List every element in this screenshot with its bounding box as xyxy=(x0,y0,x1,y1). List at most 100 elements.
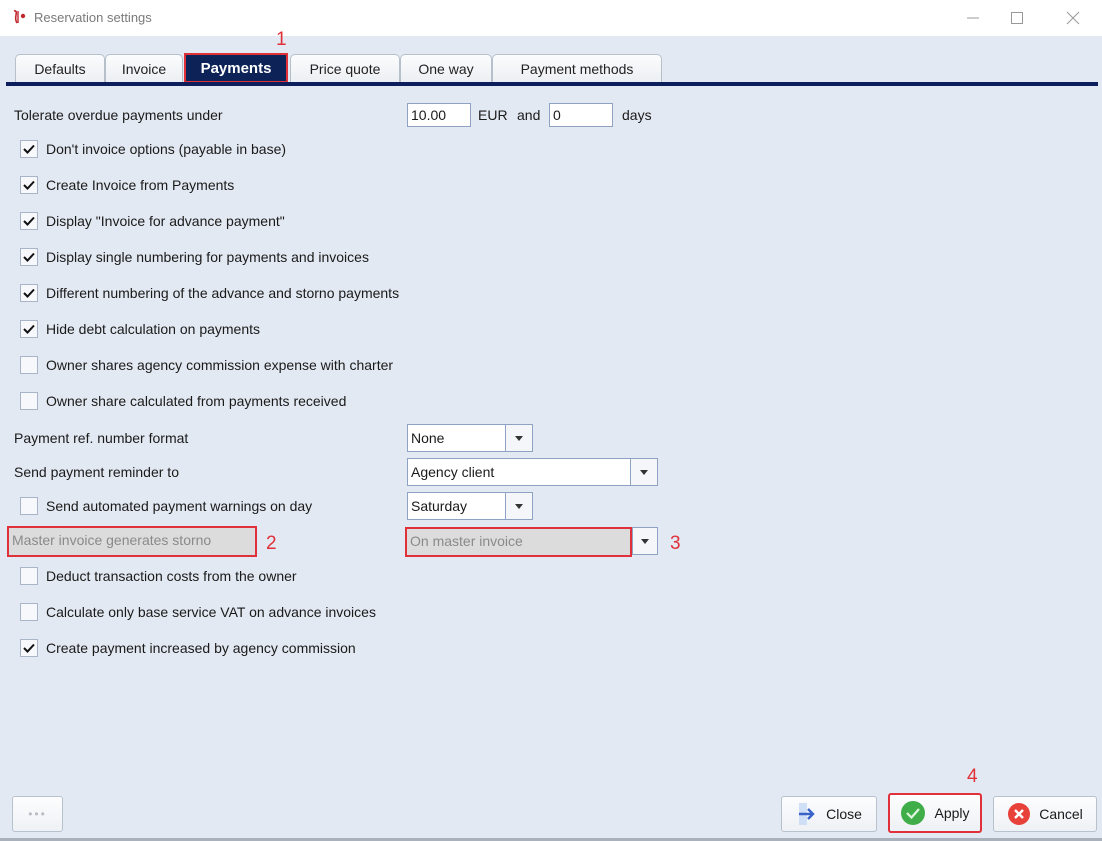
checkbox-label: Create payment increased by agency commi… xyxy=(46,640,356,656)
title-bar: Reservation settings xyxy=(0,0,1102,36)
checkbox-row[interactable]: Different numbering of the advance and s… xyxy=(20,282,399,304)
arrow-right-icon xyxy=(796,803,818,825)
tab-label: Price quote xyxy=(309,60,381,77)
tab-defaults[interactable]: Defaults xyxy=(15,54,105,82)
checkmark-icon xyxy=(23,144,35,154)
checkbox-row[interactable]: Don't invoice options (payable in base) xyxy=(20,138,286,160)
checkmark-icon xyxy=(23,180,35,190)
checkbox-label: Create Invoice from Payments xyxy=(46,177,235,193)
checkbox[interactable] xyxy=(20,284,38,302)
checkbox[interactable] xyxy=(20,176,38,194)
annotation-4: 4 xyxy=(967,766,978,787)
checkbox[interactable] xyxy=(20,248,38,266)
tolerance-label: Tolerate overdue payments under xyxy=(14,107,223,123)
dropdown-arrow xyxy=(632,527,658,555)
checkbox[interactable] xyxy=(20,392,38,410)
tab-label: Invoice xyxy=(121,60,167,77)
checkbox[interactable] xyxy=(20,356,38,374)
warnings-checkbox[interactable] xyxy=(20,497,38,515)
checkmark-icon xyxy=(23,643,35,653)
warnings-checkbox-row[interactable]: Send automated payment warnings on day xyxy=(20,495,312,517)
checkbox[interactable] xyxy=(20,212,38,230)
master-storno-label: Master invoice generates storno xyxy=(7,526,257,557)
chevron-down-icon xyxy=(515,503,523,509)
checkbox[interactable] xyxy=(20,603,38,621)
checkbox-label: Owner shares agency commission expense w… xyxy=(46,357,394,373)
tab-strip: Defaults Invoice Payments Price quote On… xyxy=(0,36,1102,92)
checkbox-row[interactable]: Display "Invoice for advance payment" xyxy=(20,210,285,232)
tab-label: One way xyxy=(418,60,474,77)
checkbox-label: Display "Invoice for advance payment" xyxy=(46,213,285,229)
currency-label: EUR xyxy=(478,107,508,123)
chevron-down-icon xyxy=(641,538,649,544)
window-title: Reservation settings xyxy=(34,10,152,25)
warnings-label: Send automated payment warnings on day xyxy=(46,498,313,514)
checkbox-label: Deduct transaction costs from the owner xyxy=(46,568,297,584)
checkmark-icon xyxy=(23,216,35,226)
tab-invoice[interactable]: Invoice xyxy=(105,54,183,82)
tolerance-days-input[interactable]: 0 xyxy=(549,103,613,127)
tab-payments[interactable]: Payments xyxy=(184,53,288,83)
dropdown-arrow[interactable] xyxy=(505,493,532,519)
annotation-2: 2 xyxy=(266,533,277,554)
tab-one-way[interactable]: One way xyxy=(400,54,492,82)
app-logo-icon xyxy=(13,10,26,24)
checkbox-row[interactable]: Display single numbering for payments an… xyxy=(20,246,369,268)
warnings-day-value: Saturday xyxy=(411,498,468,514)
ref-format-select[interactable]: None xyxy=(407,424,533,452)
reminder-value: Agency client xyxy=(411,464,495,480)
more-button[interactable]: ••• xyxy=(12,796,63,832)
tab-payment-methods[interactable]: Payment methods xyxy=(492,54,662,82)
tolerance-amount-input[interactable]: 10.00 xyxy=(407,103,471,127)
checkbox-label: Calculate only base service VAT on advan… xyxy=(46,604,376,620)
warnings-day-select[interactable]: Saturday xyxy=(407,492,533,520)
checkbox-row[interactable]: Owner share calculated from payments rec… xyxy=(20,390,346,412)
maximize-icon xyxy=(1011,12,1023,24)
close-window-button[interactable] xyxy=(1050,0,1096,36)
checkbox-label: Don't invoice options (payable in base) xyxy=(46,141,287,157)
checkbox[interactable] xyxy=(20,320,38,338)
reminder-label: Send payment reminder to xyxy=(14,464,179,480)
checkbox-row[interactable]: Hide debt calculation on payments xyxy=(20,318,260,340)
reminder-select[interactable]: Agency client xyxy=(407,458,658,486)
checkmark-icon xyxy=(23,324,35,334)
close-icon xyxy=(1066,11,1080,25)
checkbox-row[interactable]: Deduct transaction costs from the owner xyxy=(20,565,297,587)
checkbox-label: Hide debt calculation on payments xyxy=(46,321,261,337)
checkbox-label: Display single numbering for payments an… xyxy=(46,249,369,265)
checkbox-row[interactable]: Owner shares agency commission expense w… xyxy=(20,354,393,376)
dropdown-arrow[interactable] xyxy=(505,425,532,451)
checkbox-row[interactable]: Create Invoice from Payments xyxy=(20,174,234,196)
annotation-1: 1 xyxy=(276,29,287,50)
ref-format-value: None xyxy=(411,430,445,446)
check-circle-icon xyxy=(900,800,926,826)
tab-price-quote[interactable]: Price quote xyxy=(290,54,400,82)
checkbox-label: Different numbering of the advance and s… xyxy=(46,285,400,301)
tab-label: Payment methods xyxy=(520,60,634,77)
ref-format-label: Payment ref. number format xyxy=(14,430,189,446)
minimize-icon xyxy=(967,17,979,19)
chevron-down-icon xyxy=(515,435,523,441)
checkbox[interactable] xyxy=(20,140,38,158)
checkbox-label: Owner share calculated from payments rec… xyxy=(46,393,347,409)
checkbox[interactable] xyxy=(20,567,38,585)
checkbox-row[interactable]: Create payment increased by agency commi… xyxy=(20,637,356,659)
apply-label: Apply xyxy=(934,805,970,821)
chevron-down-icon xyxy=(640,469,648,475)
minimize-button[interactable] xyxy=(950,0,996,36)
master-storno-value: On master invoice xyxy=(405,527,632,557)
annotation-3: 3 xyxy=(670,533,681,554)
checkbox-row[interactable]: Calculate only base service VAT on advan… xyxy=(20,601,376,623)
apply-button[interactable]: Apply xyxy=(888,793,982,833)
cancel-label: Cancel xyxy=(1039,806,1083,822)
tab-label: Payments xyxy=(200,59,272,77)
close-label: Close xyxy=(826,806,862,822)
cancel-button[interactable]: Cancel xyxy=(993,796,1097,832)
close-button[interactable]: Close xyxy=(781,796,877,832)
tab-label: Defaults xyxy=(34,60,86,77)
dropdown-arrow[interactable] xyxy=(630,459,657,485)
checkbox[interactable] xyxy=(20,639,38,657)
tab-divider xyxy=(6,82,1098,86)
maximize-button[interactable] xyxy=(994,0,1040,36)
checkmark-icon xyxy=(23,252,35,262)
